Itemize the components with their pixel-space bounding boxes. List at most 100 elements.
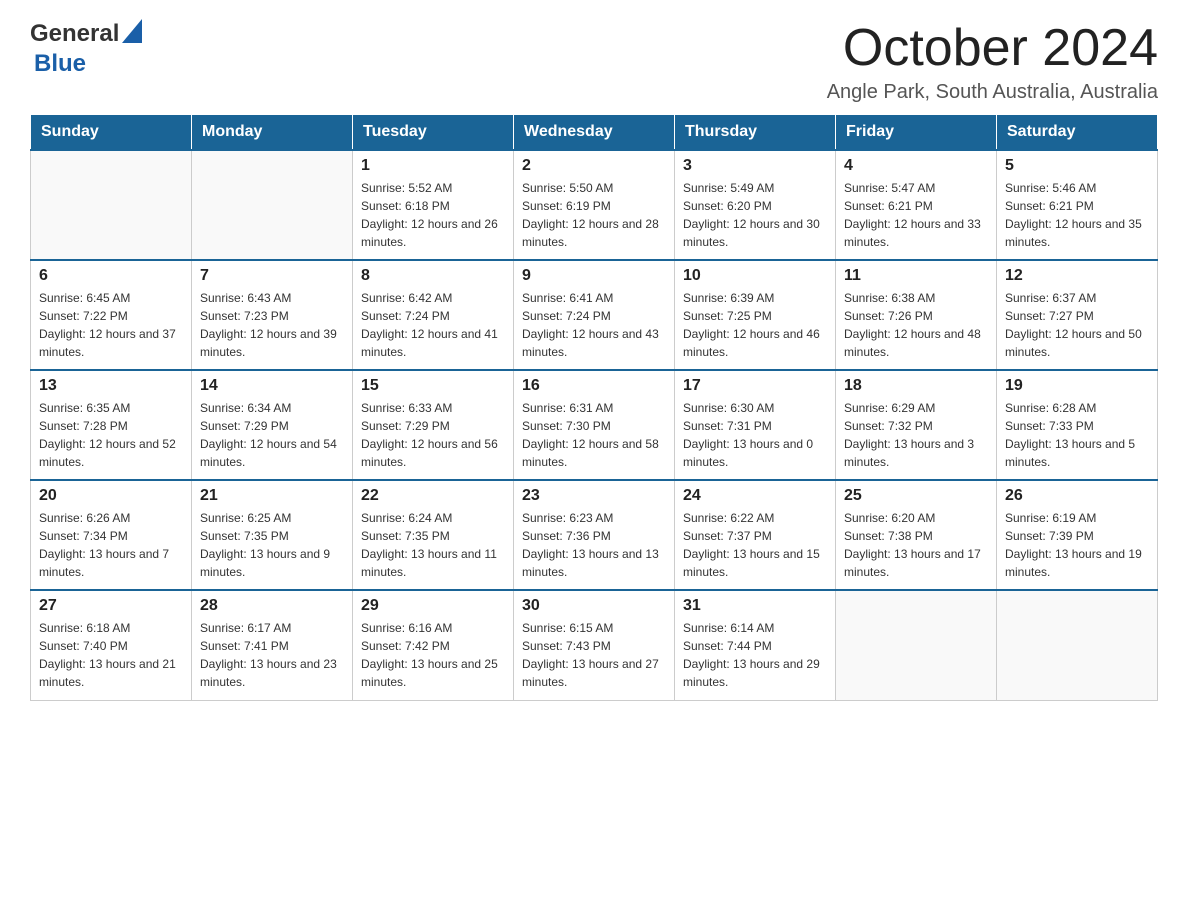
day-number: 11 bbox=[844, 267, 988, 285]
day-number: 10 bbox=[683, 267, 827, 285]
header-thursday: Thursday bbox=[675, 115, 836, 151]
day-number: 2 bbox=[522, 157, 666, 175]
day-info: Sunrise: 6:19 AMSunset: 7:39 PMDaylight:… bbox=[1005, 509, 1149, 581]
logo-blue: Blue bbox=[34, 50, 86, 77]
day-info: Sunrise: 5:49 AMSunset: 6:20 PMDaylight:… bbox=[683, 179, 827, 251]
day-number: 22 bbox=[361, 487, 505, 505]
day-cell: 27Sunrise: 6:18 AMSunset: 7:40 PMDayligh… bbox=[31, 590, 192, 700]
day-cell: 7 Sunrise: 6:43 AMSunset: 7:23 PMDaylight… bbox=[192, 260, 353, 370]
logo-general: General bbox=[30, 20, 119, 48]
week-row-3: 13 Sunrise: 6:35 AMSunset: 7:28 PMDayligh… bbox=[31, 370, 1158, 480]
day-cell: 14 Sunrise: 6:34 AMSunset: 7:29 PMDayligh… bbox=[192, 370, 353, 480]
day-info: Sunrise: 6:41 AMSunset: 7:24 PMDaylight:… bbox=[522, 289, 666, 361]
title-section: October 2024 Angle Park, South Australia… bbox=[827, 20, 1158, 104]
day-cell: 23 Sunrise: 6:23 AMSunset: 7:36 PMDayligh… bbox=[514, 480, 675, 590]
day-info: Sunrise: 6:43 AMSunset: 7:23 PMDaylight:… bbox=[200, 289, 344, 361]
day-cell: 2 Sunrise: 5:50 AMSunset: 6:19 PMDaylight… bbox=[514, 150, 675, 260]
day-number: 5 bbox=[1005, 157, 1149, 175]
day-number: 7 bbox=[200, 267, 344, 285]
day-number: 25 bbox=[844, 487, 988, 505]
day-cell: 21 Sunrise: 6:25 AMSunset: 7:35 PMDayligh… bbox=[192, 480, 353, 590]
day-cell: 31 Sunrise: 6:14 AMSunset: 7:44 PMDayligh… bbox=[675, 590, 836, 700]
header-sunday: Sunday bbox=[31, 115, 192, 151]
day-info: Sunrise: 6:29 AMSunset: 7:32 PMDaylight:… bbox=[844, 399, 988, 471]
day-info: Sunrise: 6:37 AMSunset: 7:27 PMDaylight:… bbox=[1005, 289, 1149, 361]
day-cell: 17 Sunrise: 6:30 AMSunset: 7:31 PMDayligh… bbox=[675, 370, 836, 480]
day-info: Sunrise: 6:30 AMSunset: 7:31 PMDaylight:… bbox=[683, 399, 827, 471]
day-info: Sunrise: 6:23 AMSunset: 7:36 PMDaylight:… bbox=[522, 509, 666, 581]
day-number: 26 bbox=[1005, 487, 1149, 505]
header-saturday: Saturday bbox=[997, 115, 1158, 151]
day-info: Sunrise: 6:33 AMSunset: 7:29 PMDaylight:… bbox=[361, 399, 505, 471]
day-info: Sunrise: 6:35 AMSunset: 7:28 PMDaylight:… bbox=[39, 399, 183, 471]
day-info: Sunrise: 6:25 AMSunset: 7:35 PMDaylight:… bbox=[200, 509, 344, 581]
day-cell: 11 Sunrise: 6:38 AMSunset: 7:26 PMDayligh… bbox=[836, 260, 997, 370]
day-cell: 12 Sunrise: 6:37 AMSunset: 7:27 PMDayligh… bbox=[997, 260, 1158, 370]
day-number: 23 bbox=[522, 487, 666, 505]
day-number: 14 bbox=[200, 377, 344, 395]
day-number: 15 bbox=[361, 377, 505, 395]
day-info: Sunrise: 6:42 AMSunset: 7:24 PMDaylight:… bbox=[361, 289, 505, 361]
day-info: Sunrise: 6:26 AMSunset: 7:34 PMDaylight:… bbox=[39, 509, 183, 581]
day-info: Sunrise: 6:28 AMSunset: 7:33 PMDaylight:… bbox=[1005, 399, 1149, 471]
day-cell: 22 Sunrise: 6:24 AMSunset: 7:35 PMDayligh… bbox=[353, 480, 514, 590]
day-cell: 28 Sunrise: 6:17 AMSunset: 7:41 PMDayligh… bbox=[192, 590, 353, 700]
day-info: Sunrise: 6:20 AMSunset: 7:38 PMDaylight:… bbox=[844, 509, 988, 581]
day-info: Sunrise: 6:45 AMSunset: 7:22 PMDaylight:… bbox=[39, 289, 183, 361]
day-cell: 8 Sunrise: 6:42 AMSunset: 7:24 PMDaylight… bbox=[353, 260, 514, 370]
day-number: 19 bbox=[1005, 377, 1149, 395]
page-header: General Blue October 2024 Angle Park, So… bbox=[30, 20, 1158, 104]
day-number: 31 bbox=[683, 597, 827, 615]
day-cell: 25 Sunrise: 6:20 AMSunset: 7:38 PMDayligh… bbox=[836, 480, 997, 590]
day-cell bbox=[192, 150, 353, 260]
day-info: Sunrise: 6:31 AMSunset: 7:30 PMDaylight:… bbox=[522, 399, 666, 471]
day-info: Sunrise: 6:34 AMSunset: 7:29 PMDaylight:… bbox=[200, 399, 344, 471]
day-number: 28 bbox=[200, 597, 344, 615]
day-cell: 3Sunrise: 5:49 AMSunset: 6:20 PMDaylight… bbox=[675, 150, 836, 260]
day-info: Sunrise: 6:16 AMSunset: 7:42 PMDaylight:… bbox=[361, 619, 505, 691]
day-info: Sunrise: 6:38 AMSunset: 7:26 PMDaylight:… bbox=[844, 289, 988, 361]
week-row-2: 6Sunrise: 6:45 AMSunset: 7:22 PMDaylight… bbox=[31, 260, 1158, 370]
day-cell: 20 Sunrise: 6:26 AMSunset: 7:34 PMDayligh… bbox=[31, 480, 192, 590]
day-cell bbox=[31, 150, 192, 260]
logo-row1: General bbox=[30, 20, 142, 48]
day-number: 24 bbox=[683, 487, 827, 505]
day-number: 27 bbox=[39, 597, 183, 615]
day-info: Sunrise: 5:50 AMSunset: 6:19 PMDaylight:… bbox=[522, 179, 666, 251]
day-info: Sunrise: 5:47 AMSunset: 6:21 PMDaylight:… bbox=[844, 179, 988, 251]
day-info: Sunrise: 6:14 AMSunset: 7:44 PMDaylight:… bbox=[683, 619, 827, 691]
day-number: 8 bbox=[361, 267, 505, 285]
day-info: Sunrise: 5:52 AMSunset: 6:18 PMDaylight:… bbox=[361, 179, 505, 251]
logo: General Blue bbox=[30, 20, 210, 90]
day-cell: 29Sunrise: 6:16 AMSunset: 7:42 PMDayligh… bbox=[353, 590, 514, 700]
calendar-subtitle: Angle Park, South Australia, Australia bbox=[827, 81, 1158, 104]
day-number: 13 bbox=[39, 377, 183, 395]
day-number: 1 bbox=[361, 157, 505, 175]
day-number: 17 bbox=[683, 377, 827, 395]
day-number: 30 bbox=[522, 597, 666, 615]
day-number: 18 bbox=[844, 377, 988, 395]
day-cell: 4 Sunrise: 5:47 AMSunset: 6:21 PMDaylight… bbox=[836, 150, 997, 260]
day-number: 21 bbox=[200, 487, 344, 505]
logo-triangle-icon bbox=[122, 19, 142, 43]
day-number: 9 bbox=[522, 267, 666, 285]
day-info: Sunrise: 6:17 AMSunset: 7:41 PMDaylight:… bbox=[200, 619, 344, 691]
day-number: 16 bbox=[522, 377, 666, 395]
day-info: Sunrise: 5:46 AMSunset: 6:21 PMDaylight:… bbox=[1005, 179, 1149, 251]
day-cell: 15 Sunrise: 6:33 AMSunset: 7:29 PMDayligh… bbox=[353, 370, 514, 480]
day-cell: 18 Sunrise: 6:29 AMSunset: 7:32 PMDayligh… bbox=[836, 370, 997, 480]
day-cell: 13 Sunrise: 6:35 AMSunset: 7:28 PMDayligh… bbox=[31, 370, 192, 480]
day-cell: 5 Sunrise: 5:46 AMSunset: 6:21 PMDaylight… bbox=[997, 150, 1158, 260]
week-row-5: 27Sunrise: 6:18 AMSunset: 7:40 PMDayligh… bbox=[31, 590, 1158, 700]
day-cell: 24Sunrise: 6:22 AMSunset: 7:37 PMDayligh… bbox=[675, 480, 836, 590]
day-info: Sunrise: 6:24 AMSunset: 7:35 PMDaylight:… bbox=[361, 509, 505, 581]
header-friday: Friday bbox=[836, 115, 997, 151]
day-cell: 30Sunrise: 6:15 AMSunset: 7:43 PMDayligh… bbox=[514, 590, 675, 700]
header-wednesday: Wednesday bbox=[514, 115, 675, 151]
day-number: 20 bbox=[39, 487, 183, 505]
day-number: 12 bbox=[1005, 267, 1149, 285]
day-cell: 16 Sunrise: 6:31 AMSunset: 7:30 PMDayligh… bbox=[514, 370, 675, 480]
day-number: 4 bbox=[844, 157, 988, 175]
week-row-1: 1 Sunrise: 5:52 AMSunset: 6:18 PMDaylight… bbox=[31, 150, 1158, 260]
day-cell: 10Sunrise: 6:39 AMSunset: 7:25 PMDayligh… bbox=[675, 260, 836, 370]
